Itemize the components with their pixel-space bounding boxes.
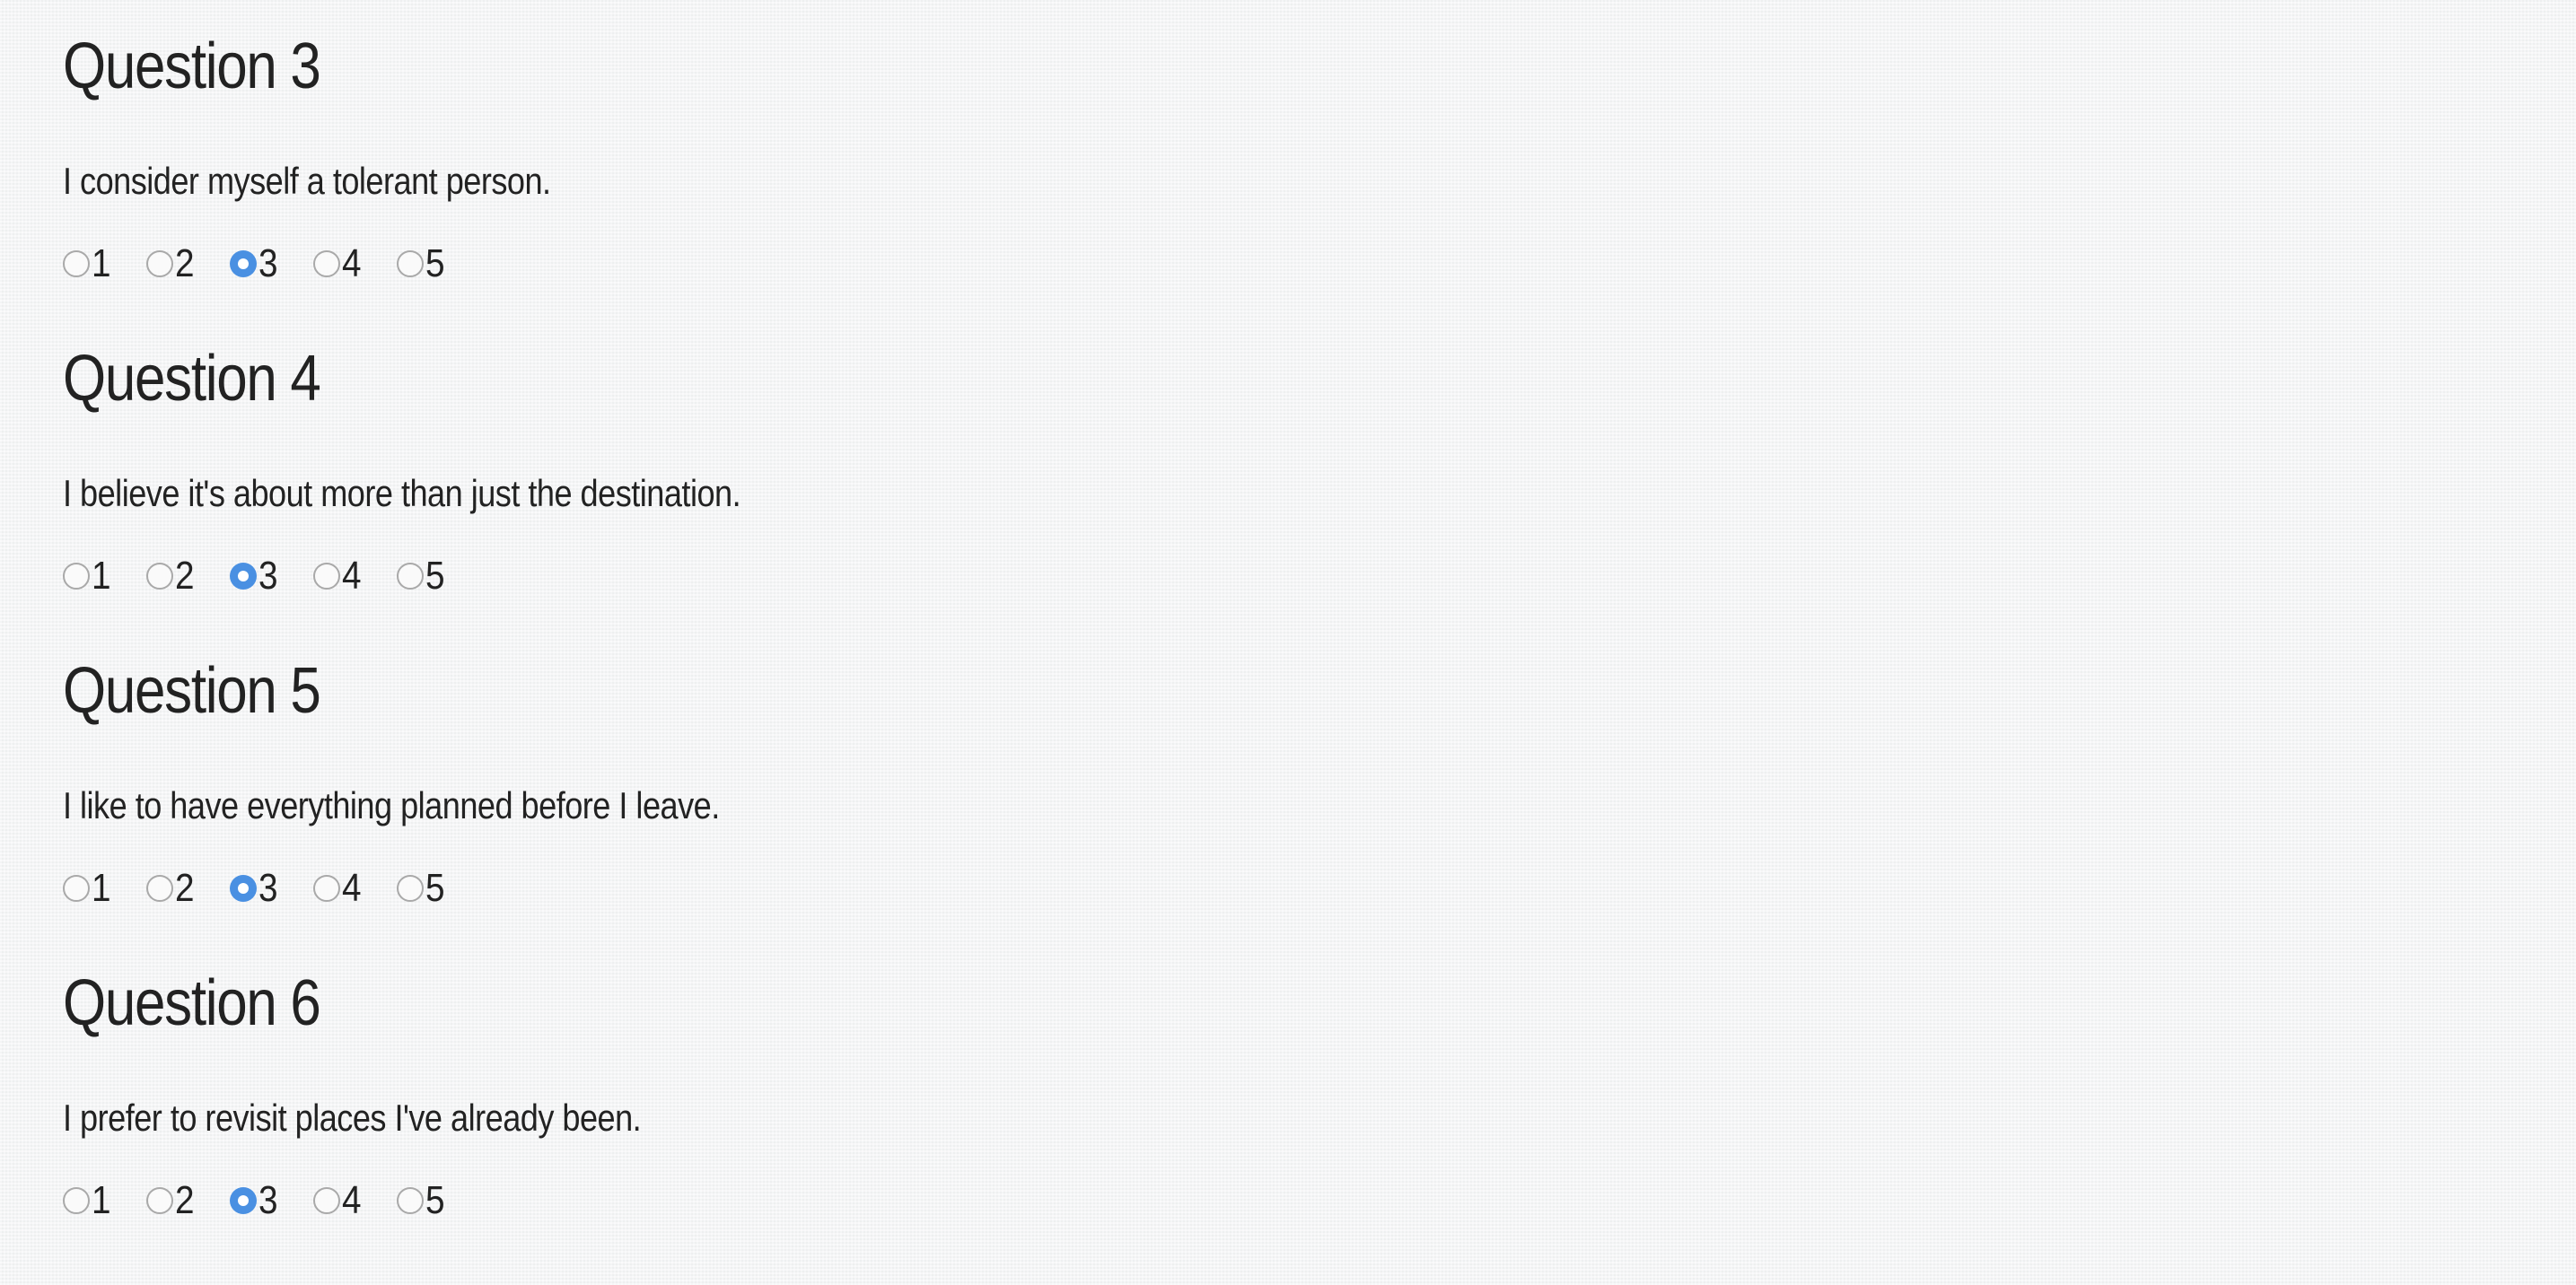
rating-option-2[interactable]: 2 (146, 1176, 197, 1226)
question-title: Question 5 (63, 655, 321, 727)
rating-option-5[interactable]: 5 (397, 863, 447, 913)
radio-button[interactable] (397, 563, 424, 590)
rating-option-label: 2 (175, 554, 195, 598)
rating-option-1[interactable]: 1 (63, 551, 113, 601)
rating-option-label: 1 (92, 554, 111, 598)
rating-option-label: 4 (342, 866, 362, 910)
radio-button[interactable] (146, 250, 173, 277)
rating-option-label: 4 (342, 241, 362, 285)
rating-option-4[interactable]: 4 (313, 239, 364, 289)
rating-option-label: 3 (258, 866, 278, 910)
rating-option-label: 1 (92, 241, 111, 285)
question-title: Question 3 (63, 31, 321, 102)
rating-option-label: 4 (342, 554, 362, 598)
radio-button[interactable] (63, 250, 90, 277)
rating-option-4[interactable]: 4 (313, 863, 364, 913)
rating-option-label: 5 (425, 866, 445, 910)
rating-option-5[interactable]: 5 (397, 1176, 447, 1226)
radio-button[interactable] (63, 563, 90, 590)
rating-option-1[interactable]: 1 (63, 239, 113, 289)
rating-option-5[interactable]: 5 (397, 551, 447, 601)
rating-option-4[interactable]: 4 (313, 551, 364, 601)
radio-button[interactable] (313, 1187, 340, 1214)
rating-option-label: 5 (425, 241, 445, 285)
radio-button[interactable] (146, 563, 173, 590)
rating-option-2[interactable]: 2 (146, 863, 197, 913)
rating-option-2[interactable]: 2 (146, 551, 197, 601)
rating-option-label: 3 (258, 554, 278, 598)
rating-option-4[interactable]: 4 (313, 1176, 364, 1226)
radio-button[interactable] (313, 875, 340, 902)
radio-button[interactable] (397, 1187, 424, 1214)
rating-option-3[interactable]: 3 (230, 551, 280, 601)
rating-option-5[interactable]: 5 (397, 239, 447, 289)
rating-option-3[interactable]: 3 (230, 863, 280, 913)
rating-option-label: 1 (92, 866, 111, 910)
rating-option-1[interactable]: 1 (63, 1176, 113, 1226)
rating-option-3[interactable]: 3 (230, 1176, 280, 1226)
rating-option-label: 3 (258, 241, 278, 285)
rating-option-3[interactable]: 3 (230, 239, 280, 289)
radio-button[interactable] (230, 563, 257, 590)
rating-option-label: 2 (175, 866, 195, 910)
radio-button[interactable] (230, 1187, 257, 1214)
rating-option-label: 5 (425, 1178, 445, 1222)
radio-button[interactable] (63, 875, 90, 902)
rating-option-label: 4 (342, 1178, 362, 1222)
question-text: I like to have everything planned before… (63, 784, 720, 826)
radio-button[interactable] (146, 875, 173, 902)
radio-button[interactable] (313, 250, 340, 277)
radio-button[interactable] (397, 875, 424, 902)
question-text: I prefer to revisit places I've already … (63, 1097, 642, 1139)
radio-button[interactable] (63, 1187, 90, 1214)
question-title: Question 6 (63, 967, 321, 1039)
rating-option-1[interactable]: 1 (63, 863, 113, 913)
radio-button[interactable] (313, 563, 340, 590)
radio-button[interactable] (230, 250, 257, 277)
rating-option-2[interactable]: 2 (146, 239, 197, 289)
question-title: Question 4 (63, 343, 321, 415)
question-text: I consider myself a tolerant person. (63, 160, 551, 202)
rating-option-label: 2 (175, 241, 195, 285)
radio-button[interactable] (230, 875, 257, 902)
rating-option-label: 5 (425, 554, 445, 598)
radio-button[interactable] (146, 1187, 173, 1214)
radio-button[interactable] (397, 250, 424, 277)
rating-option-label: 1 (92, 1178, 111, 1222)
question-text: I believe it's about more than just the … (63, 472, 741, 514)
rating-option-label: 2 (175, 1178, 195, 1222)
rating-option-label: 3 (258, 1178, 278, 1222)
